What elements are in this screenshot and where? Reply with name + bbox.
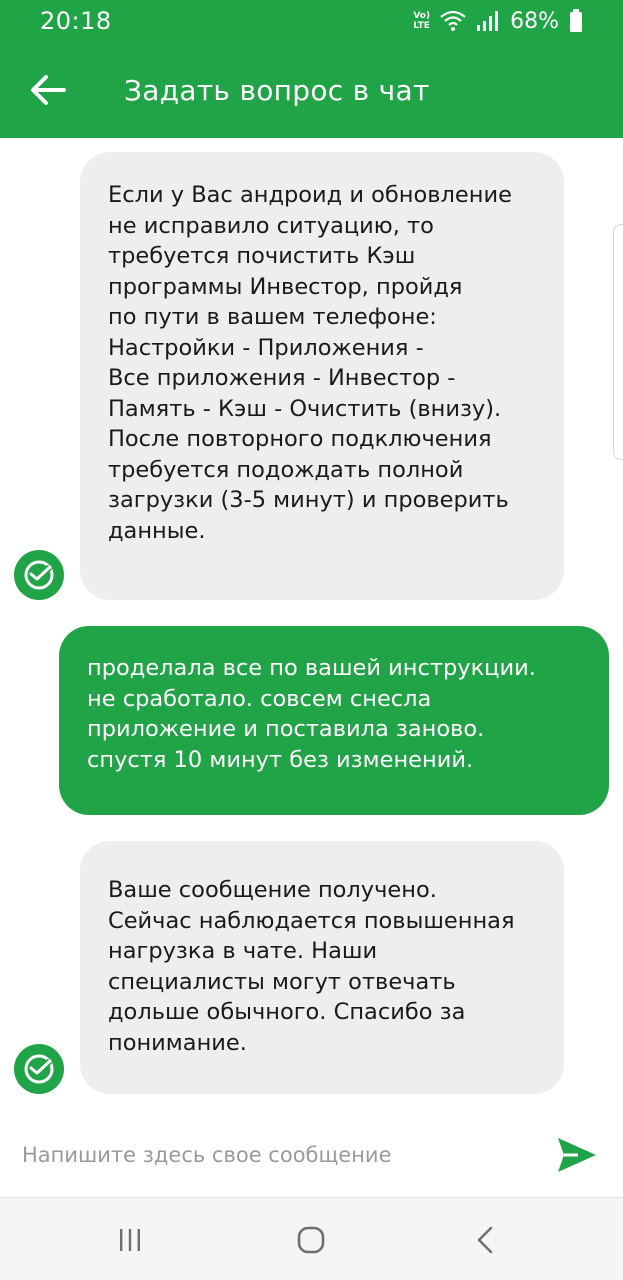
signal-icon <box>477 11 499 31</box>
battery-icon <box>570 9 582 32</box>
send-icon <box>558 1138 596 1172</box>
home-icon <box>297 1226 325 1254</box>
battery-percent: 68% <box>510 8 559 34</box>
message-input[interactable] <box>22 1135 522 1175</box>
message-composer <box>0 1113 623 1197</box>
wifi-icon <box>440 10 466 31</box>
back-button[interactable] <box>24 66 72 114</box>
status-time: 20:18 <box>40 7 112 35</box>
app-bar: Задать вопрос в чат <box>0 42 623 138</box>
arrow-left-icon <box>31 75 66 105</box>
message-text: Ваше сообщение получено. Сейчас наблюдае… <box>108 877 515 1056</box>
back-chevron-icon <box>477 1226 493 1254</box>
scroll-handle[interactable] <box>613 224 623 460</box>
outgoing-message-1: проделала все по вашей инструкции. не ср… <box>59 626 609 815</box>
lte-label: LTE <box>413 21 430 31</box>
message-text: проделала все по вашей инструкции. не ср… <box>87 655 536 773</box>
system-back-button[interactable] <box>464 1218 508 1262</box>
send-button[interactable] <box>556 1135 598 1175</box>
message-text: Если у Вас андроид и обновление не испра… <box>108 182 512 544</box>
sber-logo-icon <box>24 1054 54 1084</box>
home-button[interactable] <box>289 1218 333 1262</box>
bot-avatar <box>14 550 64 600</box>
sber-logo-icon <box>24 560 54 590</box>
chat-messages: Если у Вас андроид и обновление не испра… <box>0 138 623 1113</box>
recent-apps-icon <box>120 1229 140 1251</box>
volte-icon: Vo) LTE <box>413 11 430 31</box>
system-nav-bar <box>0 1197 623 1280</box>
status-icons: Vo) LTE 68% <box>413 6 583 36</box>
incoming-message-1: Если у Вас андроид и обновление не испра… <box>80 152 564 600</box>
recent-apps-button[interactable] <box>108 1218 152 1262</box>
page-title: Задать вопрос в чат <box>124 74 430 107</box>
incoming-message-2: Ваше сообщение получено. Сейчас наблюдае… <box>80 841 564 1094</box>
bot-avatar <box>14 1044 64 1094</box>
volte-label: Vo) <box>413 11 431 21</box>
chat-screen: 20:18 Vo) LTE 68% Задать вопрос в чат Ес… <box>0 0 623 1280</box>
status-bar: 20:18 Vo) LTE 68% <box>0 0 623 42</box>
